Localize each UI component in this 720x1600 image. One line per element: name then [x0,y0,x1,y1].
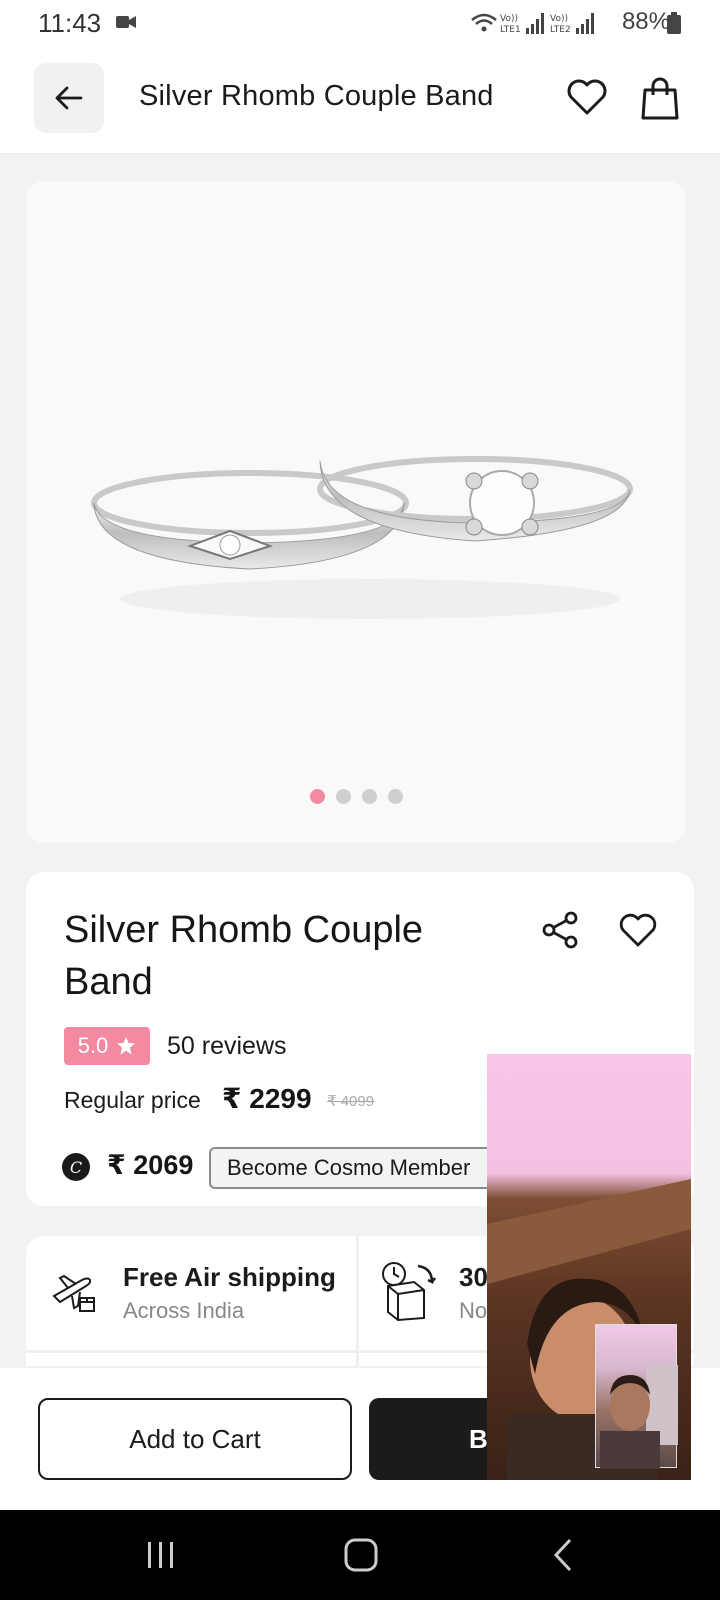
app-header: Silver Rhomb Couple Band [0,46,720,154]
feature-title: Free Air shipping [123,1262,336,1292]
video-call-indicator-icon [116,16,136,28]
current-price: ₹ 2299 [222,1083,312,1114]
feature-subtitle: Across India [123,1298,245,1323]
add-to-cart-button[interactable]: Add to Cart [38,1398,352,1480]
back-button[interactable] [34,63,104,133]
video-call-overlay[interactable] [487,1054,691,1480]
pagination-dot[interactable] [361,789,377,804]
svg-text:LTE1: LTE1 [500,25,521,35]
wishlist-heart-icon[interactable] [566,76,608,118]
system-navigation-bar [0,1510,720,1600]
svg-text:Vo)): Vo)) [550,14,568,24]
recent-apps-icon[interactable] [146,1540,176,1570]
pagination-dot[interactable] [387,789,403,804]
shopping-bag-icon[interactable] [640,76,680,120]
share-icon[interactable] [540,910,580,950]
wishlist-heart-icon[interactable] [618,910,658,950]
airplane-package-icon [52,1274,95,1312]
self-video-preview[interactable] [595,1324,678,1469]
cosmo-logo-icon: C [62,1153,90,1181]
battery-icon [667,12,681,34]
pagination-dot-active[interactable] [309,789,325,804]
status-time: 11:43 [38,8,102,38]
product-title: Silver Rhomb Couple Band [64,909,424,1003]
self-video-feed [600,1365,678,1469]
return-box-clock-icon [382,1262,436,1322]
battery-percent: 88% [621,8,670,35]
signal-icons: Vo)) LTE1 Vo)) LTE2 [471,13,594,35]
product-image-gallery[interactable] [26,181,686,843]
feature-subtitle: No [459,1298,488,1323]
back-arrow-icon [55,86,83,110]
rating-value: 5.0 [77,1033,109,1058]
gallery-pagination [26,789,686,804]
regular-price-label: Regular price [64,1087,201,1113]
feature-divider [356,1236,359,1366]
product-image [91,456,633,619]
nav-back-icon[interactable] [552,1538,574,1572]
svg-text:Vo)): Vo)) [500,14,518,24]
svg-text:LTE2: LTE2 [550,25,571,35]
feature-title: 30 [459,1262,488,1292]
pagination-dot[interactable] [335,789,351,804]
original-price: ₹ 4099 [327,1093,375,1110]
rating-badge: 5.0 [64,1027,150,1065]
star-icon [117,1037,136,1055]
status-bar: 11:43 Vo)) LTE1 Vo)) LTE2 88% [0,0,720,46]
reviews-count[interactable]: 50 reviews [167,1032,287,1061]
become-member-button[interactable]: Become Cosmo Member [209,1147,509,1189]
home-icon[interactable] [344,1538,378,1572]
header-title: Silver Rhomb Couple Band [139,80,494,112]
member-price: ₹ 2069 [107,1150,194,1180]
